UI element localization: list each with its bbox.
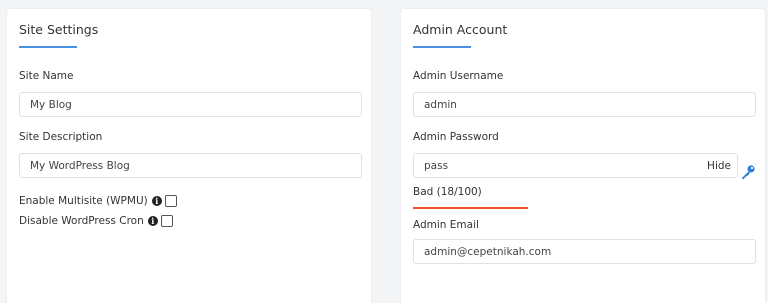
password-strength-bar	[413, 207, 528, 209]
title-underline	[413, 46, 471, 48]
admin-username-label: Admin Username	[413, 70, 504, 82]
admin-account-title: Admin Account	[413, 22, 508, 37]
admin-email-value: admin@cepetnikah.com	[424, 245, 552, 258]
title-underline	[19, 46, 77, 48]
site-description-input[interactable]: My WordPress Blog	[19, 153, 362, 178]
site-settings-panel: Site Settings Site Name My Blog Site Des…	[6, 8, 372, 303]
admin-account-panel: Admin Account Admin Username admin Admin…	[400, 8, 766, 303]
admin-password-value: pass	[424, 159, 449, 172]
site-name-input[interactable]: My Blog	[19, 92, 362, 117]
multisite-option: Enable Multisite (WPMU) i	[19, 195, 177, 207]
cron-checkbox[interactable]	[160, 215, 173, 227]
admin-password-label: Admin Password	[413, 131, 499, 143]
site-settings-title: Site Settings	[19, 22, 99, 37]
password-strength-text: Bad (18/100)	[413, 186, 482, 198]
admin-username-value: admin	[424, 98, 457, 111]
cron-option: Disable WordPress Cron i	[19, 215, 173, 227]
admin-password-input[interactable]: pass Hide	[413, 153, 738, 178]
site-name-label: Site Name	[19, 70, 74, 82]
info-icon[interactable]: i	[151, 196, 162, 206]
admin-username-input[interactable]: admin	[413, 92, 756, 117]
site-description-label: Site Description	[19, 131, 103, 143]
hide-password-button[interactable]: Hide	[707, 160, 731, 172]
cron-label: Disable WordPress Cron	[19, 215, 144, 227]
site-name-value: My Blog	[30, 98, 72, 111]
admin-email-label: Admin Email	[413, 219, 479, 231]
admin-email-input[interactable]: admin@cepetnikah.com	[413, 239, 756, 264]
key-icon[interactable]	[740, 164, 756, 180]
site-description-value: My WordPress Blog	[30, 159, 130, 172]
multisite-label: Enable Multisite (WPMU)	[19, 195, 148, 207]
info-icon[interactable]: i	[147, 216, 158, 226]
multisite-checkbox[interactable]	[164, 195, 177, 207]
